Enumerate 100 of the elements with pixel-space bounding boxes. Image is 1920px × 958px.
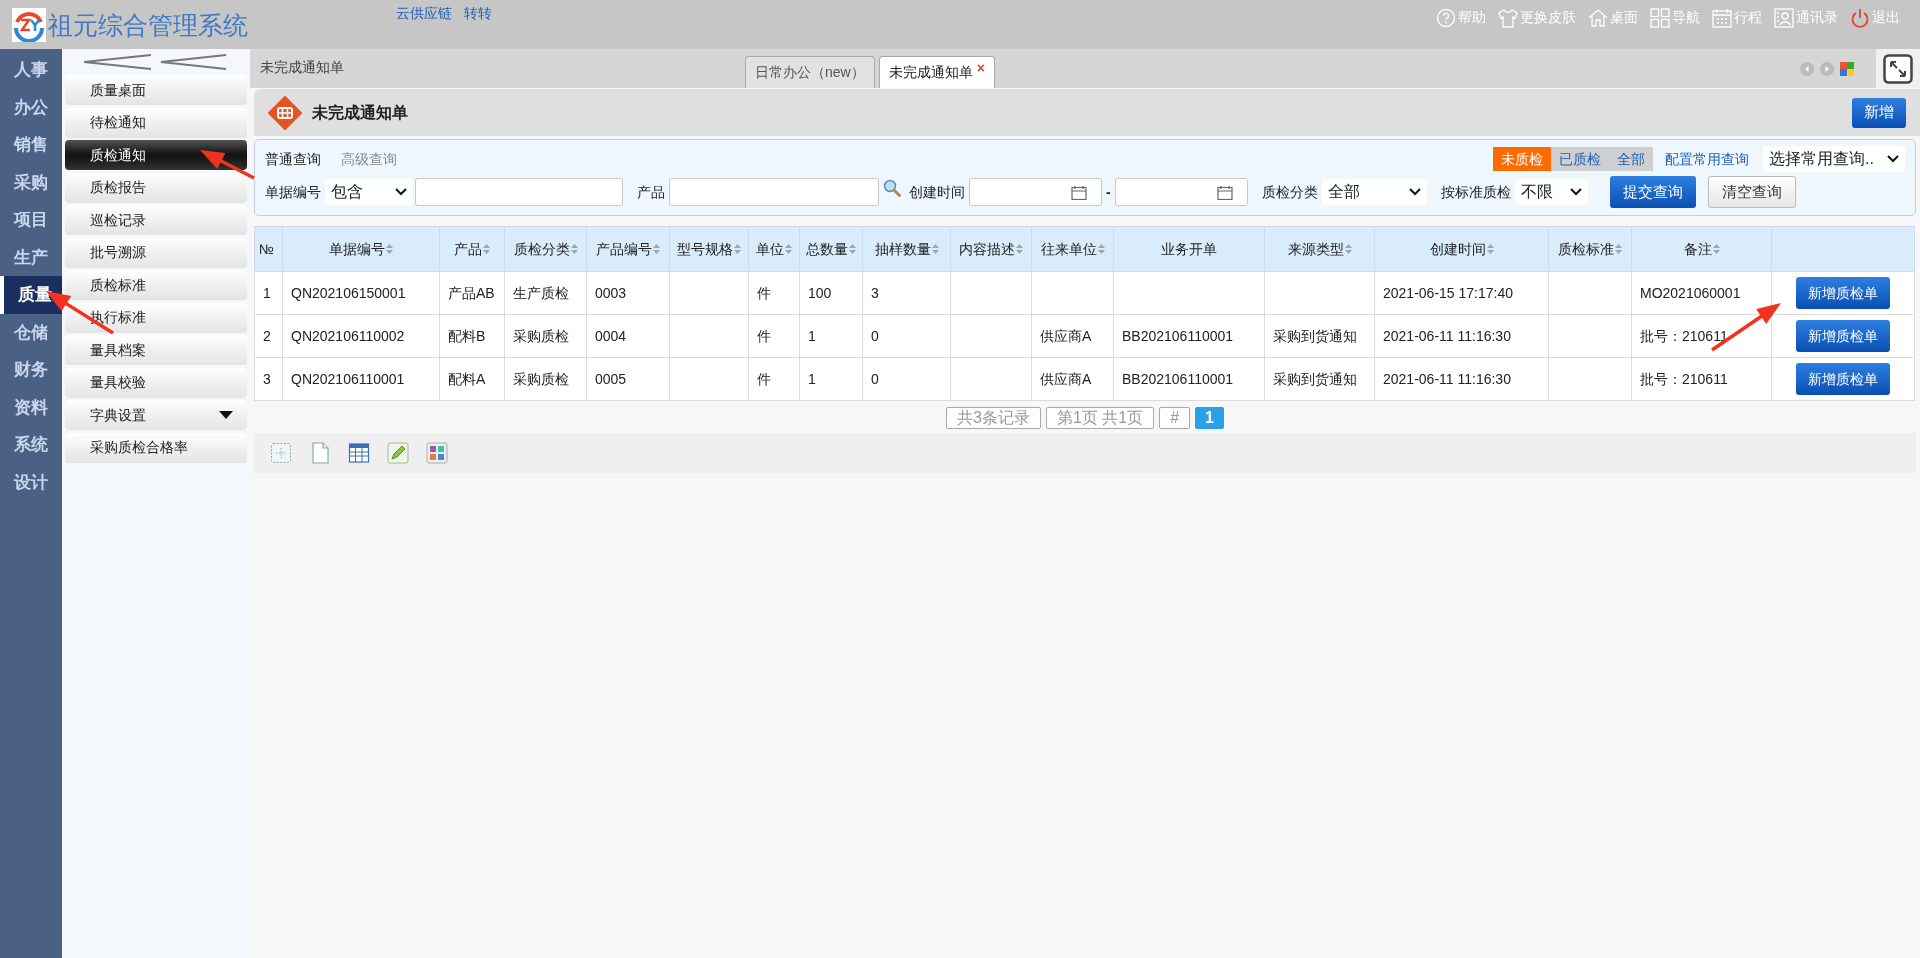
table-cell: MO2021060001 [1640, 284, 1741, 301]
column-header[interactable]: 单据编号 [282, 226, 440, 272]
submenu-item[interactable]: 量具校验 [65, 367, 247, 398]
submenu-item[interactable]: 批号溯源 [65, 237, 247, 268]
nav-item[interactable]: 办公 [0, 88, 62, 126]
submenu-label: 巡检记录 [90, 210, 146, 230]
table-cell: 0 [871, 370, 879, 387]
clear-query-button[interactable]: 清空查询 [1707, 176, 1796, 208]
query-mode-tab[interactable]: 普通查询 [265, 148, 321, 170]
table-cell: 100 [808, 284, 832, 301]
top-link[interactable]: 云供应链 [396, 3, 452, 24]
nav-item[interactable]: 采购 [0, 163, 62, 201]
submenu-item[interactable]: 质量桌面 [65, 75, 247, 105]
status-filter[interactable]: 全部 [1609, 147, 1653, 171]
close-icon[interactable]: × [976, 61, 985, 75]
top-link[interactable]: 转转 [464, 3, 492, 24]
submenu-label: 量具档案 [90, 340, 146, 360]
table-cell: 采购到货通知 [1273, 327, 1357, 344]
submenu-label: 待检通知 [90, 113, 146, 132]
table-cell: 供应商A [1040, 370, 1092, 387]
table-cell: 件 [757, 370, 771, 387]
nav-item[interactable]: 人事 [0, 51, 62, 89]
nav-item[interactable]: 生产 [0, 238, 62, 276]
nav-item[interactable]: 系统 [0, 426, 62, 464]
submenu-label: 量具校验 [90, 373, 146, 392]
nav-item[interactable]: 财务 [0, 351, 62, 389]
table-cell: 0003 [595, 284, 627, 301]
column-header[interactable]: 产品编号 [586, 226, 670, 272]
new-button[interactable]: 新增 [1852, 97, 1906, 128]
submenu-item[interactable]: 量具档案 [65, 335, 247, 365]
column-header[interactable]: 往来单位 [1031, 226, 1114, 272]
nav-item[interactable]: 资料 [0, 388, 62, 426]
column-header[interactable]: 产品 [439, 226, 505, 272]
column-header[interactable]: 抽样数量 [862, 226, 951, 272]
submenu-item[interactable]: 质检报告 [65, 172, 247, 203]
column-header[interactable]: 总数量 [799, 226, 863, 272]
breadcrumb: 未完成通知单 [260, 58, 344, 77]
add-inspection-button[interactable]: 新增质检单 [1796, 277, 1890, 309]
config-query-link[interactable]: 配置常用查询 [1665, 148, 1749, 170]
table-cell: 采购到货通知 [1273, 370, 1357, 387]
table-cell: 配料A [448, 370, 486, 387]
add-inspection-button[interactable]: 新增质检单 [1796, 320, 1890, 352]
column-header[interactable]: 备注 [1631, 226, 1772, 272]
field-label: 产品 [637, 182, 665, 202]
table-cell: 3 [263, 370, 271, 387]
table-cell: 件 [757, 284, 771, 301]
column-header[interactable]: 质检标准 [1548, 226, 1632, 272]
table-cell: 采购质检 [513, 370, 569, 387]
nav-item[interactable]: 质量 [0, 276, 62, 314]
column-header[interactable]: 型号规格 [669, 226, 749, 272]
saved-query-select[interactable]: 选择常用查询.. [1763, 146, 1905, 172]
table-cell: 0005 [595, 370, 627, 387]
table-cell: QN202106110002 [291, 327, 405, 344]
submenu-label: 字典设置 [90, 405, 146, 425]
table-cell: 2021-06-11 11:16:30 [1383, 327, 1511, 344]
nav-item[interactable]: 设计 [0, 463, 62, 501]
standard-select[interactable]: 不限 [1514, 179, 1588, 205]
table-cell: 0 [871, 327, 879, 344]
field-label: 按标准质检 [1440, 182, 1511, 202]
column-header[interactable]: 来源类型 [1264, 226, 1375, 272]
submenu-item[interactable]: 待检通知 [65, 107, 247, 138]
column-header[interactable]: 创建时间 [1374, 226, 1549, 272]
nav-item[interactable]: 销售 [0, 126, 62, 164]
table-cell: QN202106150001 [291, 284, 406, 301]
app-title: 祖元综合管理系统 [48, 12, 248, 38]
table-cell: 件 [757, 327, 771, 344]
field-label: - [1106, 182, 1111, 202]
tab[interactable]: 未完成通知单 × [878, 56, 995, 88]
query-mode-tab[interactable]: 高级查询 [341, 148, 397, 170]
table-cell: BB202106110001 [1122, 370, 1234, 387]
table-cell: 1 [808, 327, 816, 344]
column-header: 业务开单 [1113, 226, 1265, 272]
submenu-label: 质检标准 [90, 275, 146, 295]
submenu-label: 质量桌面 [90, 80, 146, 100]
tab[interactable]: 日常办公（new） [745, 56, 875, 88]
match-select[interactable]: 包含 [325, 179, 413, 205]
table-cell: 1 [808, 370, 816, 387]
table-cell: 批号：210611 [1640, 327, 1728, 344]
submenu-item[interactable]: 巡检记录 [65, 205, 247, 235]
add-inspection-button[interactable]: 新增质检单 [1796, 363, 1890, 395]
column-header[interactable]: 单位 [748, 226, 800, 272]
page-title: 未完成通知单 [312, 102, 408, 123]
submenu-label: 质检通知 [90, 145, 146, 165]
submenu-item[interactable]: 字典设置 [65, 400, 247, 430]
nav-item[interactable]: 仓储 [0, 313, 62, 351]
nav-item[interactable]: 项目 [0, 201, 62, 239]
column-header[interactable]: 质检分类 [504, 226, 587, 272]
category-select[interactable]: 全部 [1321, 179, 1427, 205]
submenu-item[interactable]: 质检标准 [65, 270, 247, 300]
table-cell: BB202106110001 [1122, 327, 1234, 344]
submit-query-button[interactable]: 提交查询 [1609, 176, 1696, 208]
submenu-item[interactable]: 采购质检合格率 [65, 432, 247, 463]
submenu-label: 采购质检合格率 [90, 438, 188, 457]
submenu-item[interactable]: 质检通知 [65, 140, 247, 170]
status-filter[interactable]: 已质检 [1551, 147, 1609, 171]
column-header: № [254, 226, 283, 272]
table-cell: 3 [871, 284, 879, 301]
column-header[interactable]: 内容描述 [950, 226, 1032, 272]
table-cell: 2021-06-15 17:17:40 [1383, 284, 1513, 301]
table-cell: 0004 [595, 327, 627, 344]
